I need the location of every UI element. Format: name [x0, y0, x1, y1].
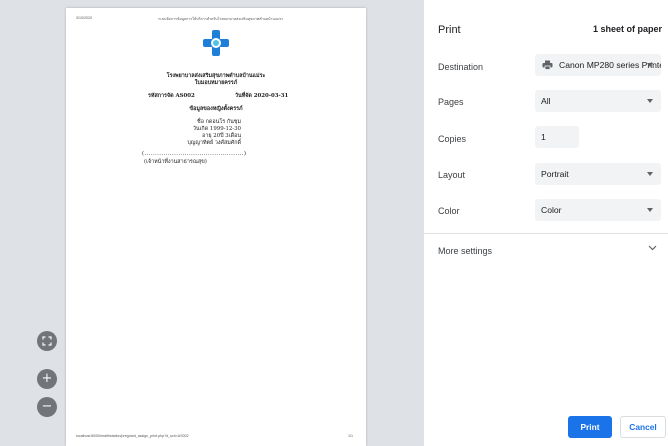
color-select[interactable]: Color: [535, 199, 661, 221]
chevron-down-icon: [647, 99, 653, 103]
fit-to-page-button[interactable]: [37, 331, 57, 351]
more-settings-toggle[interactable]: More settings: [424, 234, 668, 266]
chevron-down-icon: [647, 63, 653, 67]
zoom-in-button[interactable]: +: [37, 369, 57, 389]
minus-icon: −: [41, 399, 53, 414]
document-title: ใบมอบหมายครรภ์: [194, 80, 238, 86]
more-settings-label: More settings: [438, 246, 493, 256]
assign-code: รหัสการจัด AS002: [148, 93, 195, 99]
color-label: Color: [438, 206, 460, 216]
pages-label: Pages: [438, 97, 464, 107]
sheet-count: 1 sheet of paper: [592, 24, 662, 34]
copies-input[interactable]: [535, 126, 579, 148]
fit-to-page-icon: [42, 336, 52, 346]
clinic-logo: [203, 30, 229, 56]
layout-select[interactable]: Portrait: [535, 163, 661, 185]
destination-select[interactable]: Canon MP280 series Printer: [535, 54, 661, 76]
pages-value: All: [541, 96, 551, 106]
pages-select[interactable]: All: [535, 90, 661, 112]
page-header-date: 3/10/2020: [76, 16, 92, 20]
section-title: ข้อมูลของหญิงตั้งครรภ์: [189, 106, 243, 112]
zoom-out-button[interactable]: −: [37, 397, 57, 417]
destination-value: Canon MP280 series Printer: [559, 60, 661, 70]
print-settings-panel: Print 1 sheet of paper Destination Canon…: [424, 0, 668, 446]
signature-line: (.......................................…: [142, 151, 247, 157]
color-value: Color: [541, 205, 562, 215]
page-header-title: ระบบจัดการข้อมูลการให้บริการสำหรับโรงพยา…: [158, 17, 284, 21]
page-footer-number: 1/1: [348, 434, 353, 438]
layout-value: Portrait: [541, 169, 569, 179]
layout-label: Layout: [438, 170, 466, 180]
printer-icon: [542, 60, 553, 70]
chevron-down-icon: [647, 208, 653, 212]
patient-relative: บุญญาทิตย์ วงศ์สมศักดิ์: [187, 140, 241, 146]
copies-label: Copies: [438, 134, 467, 144]
chevron-down-icon: [647, 172, 653, 176]
plus-icon: +: [41, 371, 53, 386]
chevron-down-icon: [648, 245, 657, 251]
print-button[interactable]: Print: [568, 416, 612, 438]
assign-date: วันที่จัด 2020-03-31: [235, 93, 289, 99]
panel-title: Print: [438, 24, 461, 36]
destination-label: Destination: [438, 62, 484, 72]
cancel-button[interactable]: Cancel: [620, 416, 666, 438]
page-footer-url: localhost:8000/healthstation/pregnant_as…: [76, 434, 189, 438]
staff-role: (เจ้าหน้าที่งานสาธารณสุข): [144, 159, 207, 165]
preview-page: 3/10/2020 ระบบจัดการข้อมูลการให้บริการสำ…: [66, 8, 366, 446]
print-preview-area: 3/10/2020 ระบบจัดการข้อมูลการให้บริการสำ…: [0, 0, 424, 446]
